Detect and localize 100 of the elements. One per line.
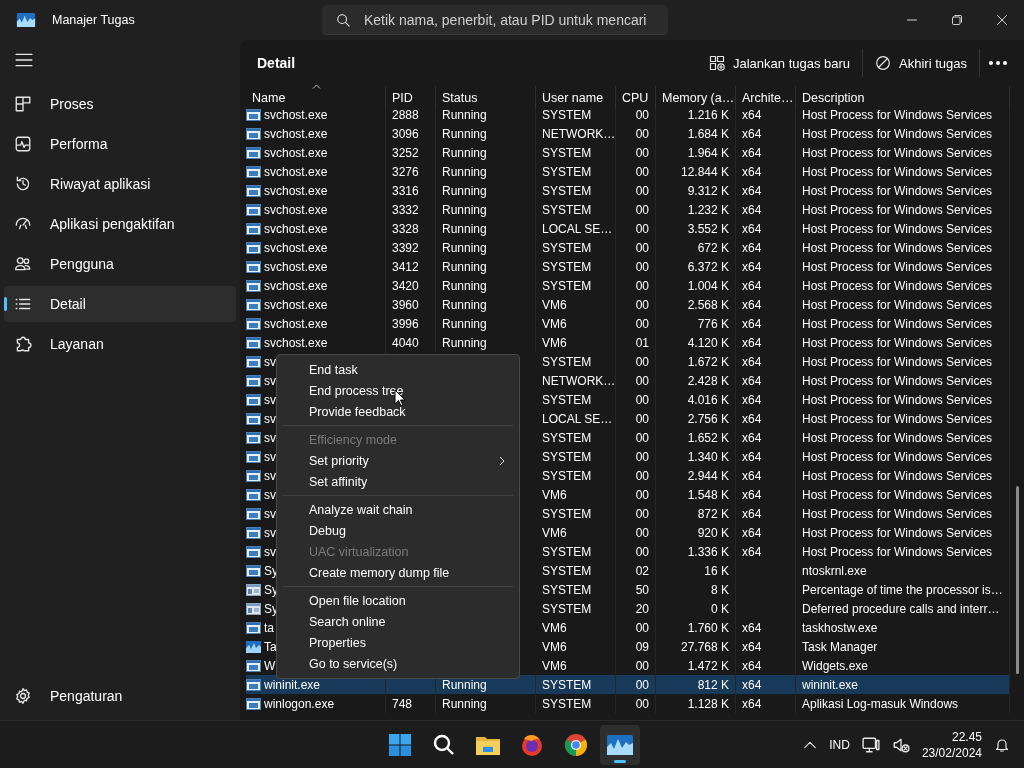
table-cell: SYSTEM xyxy=(536,257,616,276)
window-icon xyxy=(246,317,261,330)
table-cell: Running xyxy=(436,124,536,143)
window-icon xyxy=(246,431,261,444)
table-cell: 02 xyxy=(616,561,656,580)
table-cell: NETWORK… xyxy=(536,371,616,390)
search-field[interactable]: Ketik nama, penerbit, atau PID untuk mencari xyxy=(322,5,668,35)
table-row-name[interactable]: svchost.exe xyxy=(246,276,386,295)
column-header[interactable]: CPU xyxy=(616,86,656,109)
sidebar-item[interactable]: Detail xyxy=(4,286,236,322)
table-cell: x64 xyxy=(736,219,796,238)
window-icon xyxy=(246,526,261,539)
table-row-name[interactable]: svchost.exe xyxy=(246,219,386,238)
menu-item[interactable]: Provide feedback xyxy=(277,401,519,422)
sidebar-item[interactable]: Aplikasi pengaktifan xyxy=(4,206,236,242)
table-cell: 00 xyxy=(616,314,656,333)
table-row-name[interactable]: svchost.exe xyxy=(246,333,386,352)
settings-item[interactable]: Pengaturan xyxy=(4,678,236,714)
menu-item[interactable]: Open file location xyxy=(277,590,519,611)
window-icon xyxy=(246,184,261,197)
window-icon xyxy=(246,127,261,140)
table-cell: Host Process for Windows Services xyxy=(796,542,1010,561)
table-cell: Host Process for Windows Services xyxy=(796,352,1010,371)
sidebar-item[interactable]: Pengguna xyxy=(4,246,236,282)
process-name: svchost.exe xyxy=(264,202,328,217)
table-cell: wininit.exe xyxy=(796,675,1010,694)
table-cell: 20 xyxy=(616,599,656,618)
table-cell: x64 xyxy=(736,523,796,542)
column-header[interactable]: Description xyxy=(796,86,1010,109)
sidebar-item[interactable]: Layanan xyxy=(4,326,236,362)
clock-time[interactable]: 22.45 xyxy=(951,728,982,745)
table-cell: 1.760 K xyxy=(656,618,736,637)
table-row-name[interactable]: svchost.exe xyxy=(246,105,386,124)
table-cell: 00 xyxy=(616,542,656,561)
table-cell: VM6 xyxy=(536,523,616,542)
table-cell: Task Manager xyxy=(796,637,1010,656)
process-name: sv xyxy=(264,525,276,540)
table-row-name[interactable]: svchost.exe xyxy=(246,257,386,276)
end-task-button[interactable]: Akhiri tugas xyxy=(863,46,979,80)
menu-item[interactable]: Search online xyxy=(277,611,519,632)
table-cell: 1.004 K xyxy=(656,276,736,295)
table-cell: Host Process for Windows Services xyxy=(796,295,1010,314)
column-header[interactable]: PID xyxy=(386,86,436,109)
table-cell: Host Process for Windows Services xyxy=(796,428,1010,447)
taskbar-button[interactable] xyxy=(600,724,640,765)
table-cell: Host Process for Windows Services xyxy=(796,162,1010,181)
table-cell: 1.336 K xyxy=(656,542,736,561)
column-header[interactable]: Status xyxy=(436,86,536,109)
table-row-name[interactable]: svchost.exe xyxy=(246,314,386,333)
table-cell: 00 xyxy=(616,105,656,124)
table-cell: x64 xyxy=(736,181,796,200)
menu-item[interactable]: Create memory dump file xyxy=(277,562,519,583)
menu-item[interactable]: Set affinity xyxy=(277,471,519,492)
table-row-name[interactable]: svchost.exe xyxy=(246,162,386,181)
process-name: sv xyxy=(264,449,276,464)
table-cell: x64 xyxy=(736,352,796,371)
monitor-icon xyxy=(861,735,880,754)
window-icon xyxy=(246,108,261,121)
table-cell: 00 xyxy=(616,219,656,238)
column-header[interactable]: Memory (a… xyxy=(656,86,736,109)
window-icon xyxy=(246,165,261,178)
menu-item[interactable]: Set priority xyxy=(277,450,519,471)
table-cell: 1.548 K xyxy=(656,485,736,504)
window-title: Manajer Tugas xyxy=(52,13,136,27)
language-indicator[interactable]: IND xyxy=(829,737,850,752)
scrollbar-thumb[interactable] xyxy=(1016,486,1019,674)
sidebar-item[interactable]: Performa xyxy=(4,126,236,162)
menu-item[interactable]: End task xyxy=(277,359,519,380)
table-cell: Host Process for Windows Services xyxy=(796,124,1010,143)
table-row-name[interactable]: svchost.exe xyxy=(246,181,386,200)
table-row-name[interactable]: svchost.exe xyxy=(246,295,386,314)
table-cell: x64 xyxy=(736,238,796,257)
clock-date[interactable]: 23/02/2024 xyxy=(921,744,982,761)
table-cell: Host Process for Windows Services xyxy=(796,276,1010,295)
table-row-name[interactable]: svchost.exe xyxy=(246,238,386,257)
new-task-button[interactable]: Jalankan tugas baru xyxy=(697,46,863,80)
process-name: svchost.exe xyxy=(264,335,328,350)
table-cell: Running xyxy=(436,314,536,333)
window-icon xyxy=(246,545,261,558)
table-cell: 1.232 K xyxy=(656,200,736,219)
column-header[interactable]: User name xyxy=(536,86,616,109)
menu-item[interactable]: Analyze wait chain xyxy=(277,499,519,520)
table-cell: 672 K xyxy=(656,238,736,257)
table-cell: 1.652 K xyxy=(656,428,736,447)
table-row-name[interactable]: svchost.exe xyxy=(246,143,386,162)
table-cell: 1.672 K xyxy=(656,352,736,371)
chevron-right-icon xyxy=(499,455,505,466)
sidebar-item[interactable]: Riwayat aplikasi xyxy=(4,166,236,202)
process-name: svchost.exe xyxy=(264,183,328,198)
window-icon xyxy=(246,621,261,634)
menu-item[interactable]: Go to service(s) xyxy=(277,653,519,674)
menu-item[interactable]: Properties xyxy=(277,632,519,653)
table-cell: Running xyxy=(436,143,536,162)
table-row-name[interactable]: winlogon.exe xyxy=(246,694,386,713)
process-name: sv xyxy=(264,430,276,445)
sidebar-item[interactable]: Proses xyxy=(4,86,236,122)
column-header[interactable]: Archite… xyxy=(736,86,796,109)
menu-item[interactable]: Debug xyxy=(277,520,519,541)
table-row-name[interactable]: svchost.exe xyxy=(246,124,386,143)
table-row-name[interactable]: svchost.exe xyxy=(246,200,386,219)
